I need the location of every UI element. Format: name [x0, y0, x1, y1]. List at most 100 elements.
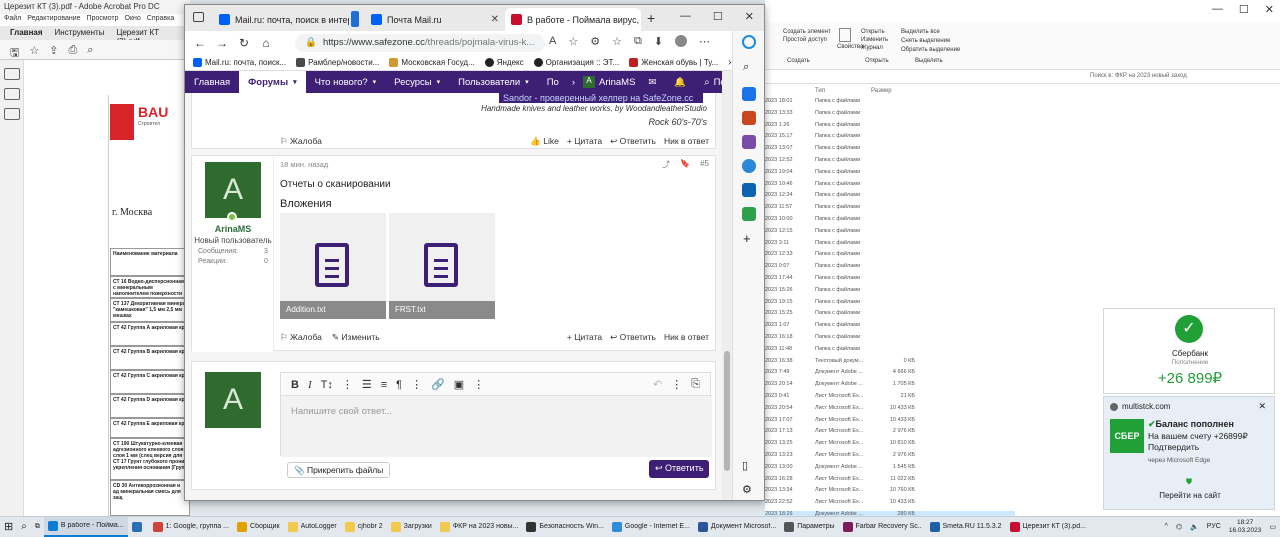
file-row[interactable]: 2023 0:41 Лист Microsoft Ex... 21 КБ	[765, 393, 1015, 405]
taskbar-app[interactable]: Google - Internet E...	[608, 517, 694, 537]
nav-resources[interactable]: Ресурсы ▾	[385, 71, 449, 93]
taskbar-app[interactable]: 1: Google, группа ...	[149, 517, 233, 537]
post-number[interactable]: #5	[700, 159, 709, 170]
close-icon[interactable]: ✕	[1265, 3, 1274, 16]
upload-icon[interactable]: ⇪	[49, 44, 58, 57]
sber-card[interactable]: ✓ Сбербанк Пополнение +26 899₽	[1103, 308, 1275, 394]
file-row[interactable]: 2023 1:26 Папка с файлами	[765, 122, 1015, 134]
file-row[interactable]: 2023 3:11 Папка с файлами	[765, 240, 1015, 252]
file-row[interactable]: 2023 15:17 Папка с файлами	[765, 133, 1015, 145]
reply-button[interactable]: ↩ Ответить	[610, 332, 656, 343]
nav-whats-new[interactable]: Что нового? ▾	[306, 71, 386, 93]
chevron-down-icon[interactable]: ▾	[437, 78, 441, 86]
bookmark-item[interactable]: Mail.ru: почта, поиск...	[193, 58, 286, 67]
toast-notification[interactable]: multistck.com ✕ СБЕР ✔Баланс пополнен На…	[1103, 396, 1275, 510]
close-tab-icon[interactable]: ✕	[487, 14, 499, 25]
properties-icon[interactable]	[839, 28, 851, 42]
taskbar-app[interactable]: В работе - Поймa...	[43, 516, 128, 537]
menu-file[interactable]: Файл	[4, 15, 21, 25]
bookmark-icon[interactable]	[4, 88, 20, 100]
file-row[interactable]: 2023 18:01 Папка с файлами	[765, 98, 1015, 110]
file-row[interactable]: 2023 12:52 Папка с файлами	[765, 157, 1015, 169]
file-row[interactable]: 2023 20:54 Лист Microsoft Ex... 10 433 КБ	[765, 405, 1015, 417]
bold-icon[interactable]: B	[291, 379, 299, 391]
file-row[interactable]: 2023 13:25 Лист Microsoft Ex... 10 810 КБ	[765, 440, 1015, 452]
taskbar-app[interactable]: Документ Microsof...	[694, 517, 780, 537]
history-button[interactable]: Журнал	[861, 44, 888, 52]
menu-help[interactable]: Справка	[147, 15, 174, 25]
file-row[interactable]: 2023 17:07 Лист Microsoft Ex... 10 433 КБ	[765, 417, 1015, 429]
new-tab-button[interactable]: +	[647, 10, 655, 26]
submit-reply-button[interactable]: ↩ Ответить	[649, 460, 709, 478]
taskbar-app[interactable]: AutoLogger	[284, 517, 341, 537]
new-item-button[interactable]: Создать элемент	[783, 28, 831, 36]
menu-view[interactable]: Просмотр	[87, 15, 119, 25]
file-row[interactable]: 2023 19:15 Папка с файлами	[765, 299, 1015, 311]
link-icon[interactable]: 🔗	[431, 378, 445, 391]
chevron-down-icon[interactable]: ▾	[373, 78, 377, 86]
bell-icon[interactable]: 🔔	[665, 71, 695, 93]
undo-icon[interactable]: ↶	[653, 378, 662, 391]
file-row[interactable]: 2023 15:26 Папка с файлами	[765, 287, 1015, 299]
quote-button[interactable]: + Цитата	[567, 332, 602, 343]
save-icon[interactable]: 🖫	[10, 44, 19, 59]
browser-tab[interactable]: Почта Mail.ru ✕	[365, 8, 505, 31]
tab-actions-icon[interactable]	[193, 12, 204, 22]
clock[interactable]: 18:27 16.03.2023	[1225, 517, 1266, 537]
taskbar-app[interactable]: Безопасность Win...	[522, 517, 608, 537]
bookmark-icon[interactable]: 🔖	[680, 159, 690, 170]
col-size[interactable]: Размер	[871, 88, 892, 94]
properties-label[interactable]: Свойства	[837, 44, 863, 50]
collections-icon[interactable]: ☆	[612, 35, 622, 48]
text-size-icon[interactable]: T↕	[321, 379, 333, 391]
explorer-search[interactable]: Поиск в: ФКР на 2023 новый заход	[1090, 73, 1187, 79]
file-row[interactable]: 2023 11:48 Папка с файлами	[765, 346, 1015, 358]
file-row[interactable]: 2023 15:25 Папка с файлами	[765, 310, 1015, 322]
browser-tab[interactable]: Mail.ru: почта, поиск в интерне ✕	[213, 8, 349, 31]
image-icon[interactable]: ▣	[454, 378, 464, 391]
file-row[interactable]: 2023 16:28 Лист Microsoft Ex... 11 022 КБ	[765, 476, 1015, 488]
file-row[interactable]: 2023 11:57 Папка с файлами	[765, 204, 1015, 216]
file-row[interactable]: 2023 13:00 Документ Adobe ... 1 545 КБ	[765, 464, 1015, 476]
nick-reply-button[interactable]: Ник в ответ	[664, 136, 709, 147]
refresh-icon[interactable]: ↻	[233, 36, 255, 50]
file-row[interactable]: 2023 13:34 Лист Microsoft Ex... 10 760 КБ	[765, 487, 1015, 499]
file-row[interactable]: 2023 10:46 Папка с файлами	[765, 181, 1015, 193]
office-icon[interactable]	[742, 159, 756, 173]
file-row[interactable]: 2023 12:34 Папка с файлами	[765, 192, 1015, 204]
report-button[interactable]: ⚐ Жалоба	[280, 136, 322, 147]
tab-tools[interactable]: Инструменты	[55, 28, 105, 38]
file-row[interactable]: 2023 13:23 Лист Microsoft Ex... 2 976 КБ	[765, 452, 1015, 464]
taskbar-app[interactable]: Церезит КТ (3).pd...	[1006, 517, 1090, 537]
taskbar-app[interactable]	[128, 517, 149, 537]
toast-action-button[interactable]: Перейти на сайт	[1104, 491, 1276, 500]
nav-members[interactable]: Пользователи ▾	[449, 71, 538, 93]
more-options-icon[interactable]: ⋮	[671, 378, 682, 391]
preview-icon[interactable]: ⎘	[691, 378, 700, 391]
search-icon[interactable]: ⌕	[17, 517, 31, 537]
file-row[interactable]: 2023 13:07 Папка с файлами	[765, 145, 1015, 157]
start-button[interactable]: ⊞	[0, 517, 17, 537]
share-icon[interactable]: ⤴	[662, 159, 670, 170]
report-button[interactable]: ⚐ Жалоба	[280, 332, 322, 343]
pages-icon[interactable]	[4, 68, 20, 80]
more-insert-icon[interactable]: ⋮	[473, 378, 484, 391]
taskbar-app[interactable]: ФКР на 2023 новы...	[436, 517, 523, 537]
sidebar-toggle-icon[interactable]: ▯	[742, 459, 748, 472]
star-icon[interactable]: ☆	[29, 44, 39, 57]
back-icon[interactable]: ←	[189, 36, 211, 50]
align-icon[interactable]: ≡	[381, 379, 387, 391]
file-row[interactable]: 2023 1:07 Папка с файлами	[765, 322, 1015, 334]
post-author[interactable]: ArinaMS	[192, 224, 274, 234]
downloads-icon[interactable]: ⬇	[654, 35, 663, 48]
file-row[interactable]: 2023 19:04 Папка с файлами	[765, 169, 1015, 181]
paragraph-icon[interactable]: ¶	[396, 379, 402, 391]
split-icon[interactable]: ⧉	[634, 35, 642, 48]
signature-banner[interactable]: Sandor - проверенный хелпер на SafeZone.…	[499, 93, 703, 103]
profile-icon[interactable]	[675, 35, 688, 47]
file-row[interactable]: 2023 17:13 Лист Microsoft Ex... 2 976 КБ	[765, 428, 1015, 440]
outlook-icon[interactable]	[742, 183, 756, 197]
drop-icon[interactable]	[742, 207, 756, 221]
close-icon[interactable]: ✕	[1258, 401, 1266, 412]
forward-icon[interactable]: →	[211, 36, 233, 50]
